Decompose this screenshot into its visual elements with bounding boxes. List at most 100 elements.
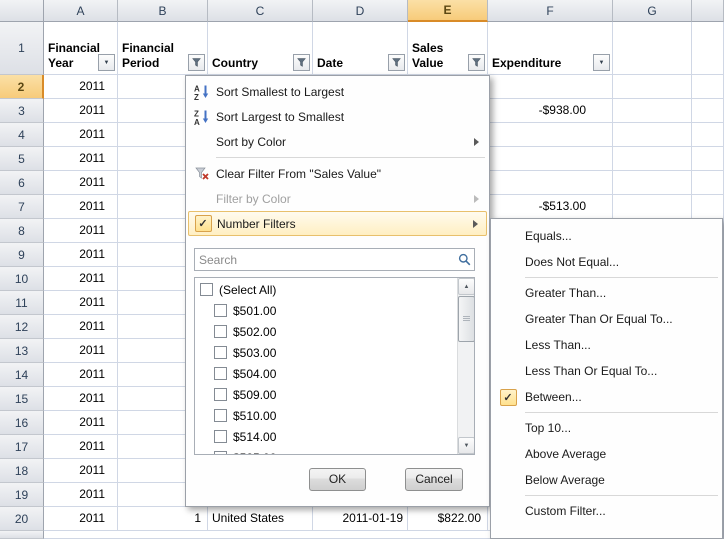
row-header-8[interactable]: 8: [0, 219, 44, 243]
submenu-item-equals[interactable]: Equals...: [491, 223, 722, 249]
checkbox[interactable]: [214, 346, 227, 359]
cell-G4[interactable]: [613, 123, 692, 147]
cell-A16[interactable]: 2011: [44, 411, 118, 435]
submenu-item-top-10[interactable]: Top 10...: [491, 415, 722, 441]
row-header-19[interactable]: 19: [0, 483, 44, 507]
row-header-11[interactable]: 11: [0, 291, 44, 315]
filter-dropdown-button-sales-value[interactable]: [468, 54, 485, 71]
cell-G6[interactable]: [613, 171, 692, 195]
column-header-D[interactable]: D: [313, 0, 408, 22]
column-header-B[interactable]: B: [118, 0, 208, 22]
cell-A18[interactable]: 2011: [44, 459, 118, 483]
row-header-1[interactable]: 1: [0, 22, 44, 75]
cell-A15[interactable]: 2011: [44, 387, 118, 411]
submenu-item-less-than[interactable]: Less Than...: [491, 332, 722, 358]
row-header-6[interactable]: 6: [0, 171, 44, 195]
filter-value-item-509-00[interactable]: $509.00: [195, 384, 457, 405]
submenu-item-above-average[interactable]: Above Average: [491, 441, 722, 467]
filter-dropdown-button-financial-year[interactable]: ▼: [98, 54, 115, 71]
filter-value-item-501-00[interactable]: $501.00: [195, 300, 457, 321]
cell-A10[interactable]: 2011: [44, 267, 118, 291]
row-header-16[interactable]: 16: [0, 411, 44, 435]
row-header-5[interactable]: 5: [0, 147, 44, 171]
cell-A6[interactable]: 2011: [44, 171, 118, 195]
row-header-15[interactable]: 15: [0, 387, 44, 411]
header-cell-expenditure[interactable]: Expenditure ▼: [488, 22, 613, 75]
header-cell-financial-period[interactable]: Financial Period: [118, 22, 208, 75]
cell-A7[interactable]: 2011: [44, 195, 118, 219]
ok-button[interactable]: OK: [309, 468, 366, 491]
header-cell-country[interactable]: Country: [208, 22, 313, 75]
submenu-item-less-than-or-equal-to[interactable]: Less Than Or Equal To...: [491, 358, 722, 384]
row-header-2[interactable]: 2: [0, 75, 44, 99]
row-header-10[interactable]: 10: [0, 267, 44, 291]
filter-value-item-select-all[interactable]: (Select All): [195, 279, 457, 300]
row-header-3[interactable]: 3: [0, 99, 44, 123]
select-all-corner[interactable]: [0, 0, 44, 22]
filter-value-item-514-00[interactable]: $514.00: [195, 426, 457, 447]
cell-B20[interactable]: 1: [118, 507, 208, 531]
cell-F3[interactable]: -$938.00: [488, 99, 613, 123]
search-icon[interactable]: [454, 253, 474, 266]
cell-A3[interactable]: 2011: [44, 99, 118, 123]
cell-A12[interactable]: 2011: [44, 315, 118, 339]
filter-value-item-503-00[interactable]: $503.00: [195, 342, 457, 363]
cell-F7[interactable]: -$513.00: [488, 195, 613, 219]
cell-A5[interactable]: 2011: [44, 147, 118, 171]
column-header-E[interactable]: E: [408, 0, 488, 22]
row-header-14[interactable]: 14: [0, 363, 44, 387]
scrollbar[interactable]: ▲ ▼: [457, 278, 474, 454]
cell-D20[interactable]: 2011-01-19: [313, 507, 408, 531]
row-header-17[interactable]: 17: [0, 435, 44, 459]
submenu-item-does-not-equal[interactable]: Does Not Equal...: [491, 249, 722, 275]
cell-A19[interactable]: 2011: [44, 483, 118, 507]
cell-A17[interactable]: 2011: [44, 435, 118, 459]
checkbox[interactable]: [214, 325, 227, 338]
scroll-down-arrow[interactable]: ▼: [458, 437, 475, 454]
row-header-13[interactable]: 13: [0, 339, 44, 363]
submenu-item-greater-than-or-equal-to[interactable]: Greater Than Or Equal To...: [491, 306, 722, 332]
submenu-item-between[interactable]: ✓Between...: [491, 384, 722, 410]
row-header-12[interactable]: 12: [0, 315, 44, 339]
filter-dropdown-button-expenditure[interactable]: ▼: [593, 54, 610, 71]
cell-G7[interactable]: [613, 195, 692, 219]
cell-A20[interactable]: 2011: [44, 507, 118, 531]
checkbox[interactable]: [214, 388, 227, 401]
checkbox[interactable]: [214, 304, 227, 317]
filter-value-item-502-00[interactable]: $502.00: [195, 321, 457, 342]
filter-value-item-510-00[interactable]: $510.00: [195, 405, 457, 426]
filter-dropdown-button-financial-period[interactable]: [188, 54, 205, 71]
scrollbar-thumb[interactable]: [458, 296, 475, 342]
cell-F5[interactable]: [488, 147, 613, 171]
cell-A14[interactable]: 2011: [44, 363, 118, 387]
filter-dropdown-button-country[interactable]: [293, 54, 310, 71]
menu-item-clear-filter[interactable]: Clear Filter From "Sales Value": [188, 161, 487, 186]
column-header-F[interactable]: F: [488, 0, 613, 22]
column-header-C[interactable]: C: [208, 0, 313, 22]
checkbox[interactable]: [214, 430, 227, 443]
menu-item-sort-smallest-to-largest[interactable]: A Z Sort Smallest to Largest: [188, 79, 487, 104]
cell-A8[interactable]: 2011: [44, 219, 118, 243]
cell-A13[interactable]: 2011: [44, 339, 118, 363]
cell-E20[interactable]: $822.00: [408, 507, 488, 531]
cell-F6[interactable]: [488, 171, 613, 195]
row-header-20[interactable]: 20: [0, 507, 44, 531]
menu-item-number-filters[interactable]: ✓ Number Filters: [188, 211, 487, 236]
cell-F2[interactable]: [488, 75, 613, 99]
column-header-A[interactable]: A: [44, 0, 118, 22]
checkbox[interactable]: [214, 367, 227, 380]
cell-A9[interactable]: 2011: [44, 243, 118, 267]
header-cell-g-empty[interactable]: [613, 22, 692, 75]
row-header-4[interactable]: 4: [0, 123, 44, 147]
cell-G3[interactable]: [613, 99, 692, 123]
submenu-item-custom-filter[interactable]: Custom Filter...: [491, 498, 722, 524]
submenu-item-below-average[interactable]: Below Average: [491, 467, 722, 493]
cell-G2[interactable]: [613, 75, 692, 99]
filter-value-item-504-00[interactable]: $504.00: [195, 363, 457, 384]
cancel-button[interactable]: Cancel: [405, 468, 463, 491]
checkbox[interactable]: [214, 451, 227, 455]
checkbox[interactable]: [200, 283, 213, 296]
header-cell-date[interactable]: Date: [313, 22, 408, 75]
menu-item-sort-largest-to-smallest[interactable]: Z A Sort Largest to Smallest: [188, 104, 487, 129]
menu-item-sort-by-color[interactable]: Sort by Color: [188, 129, 487, 154]
